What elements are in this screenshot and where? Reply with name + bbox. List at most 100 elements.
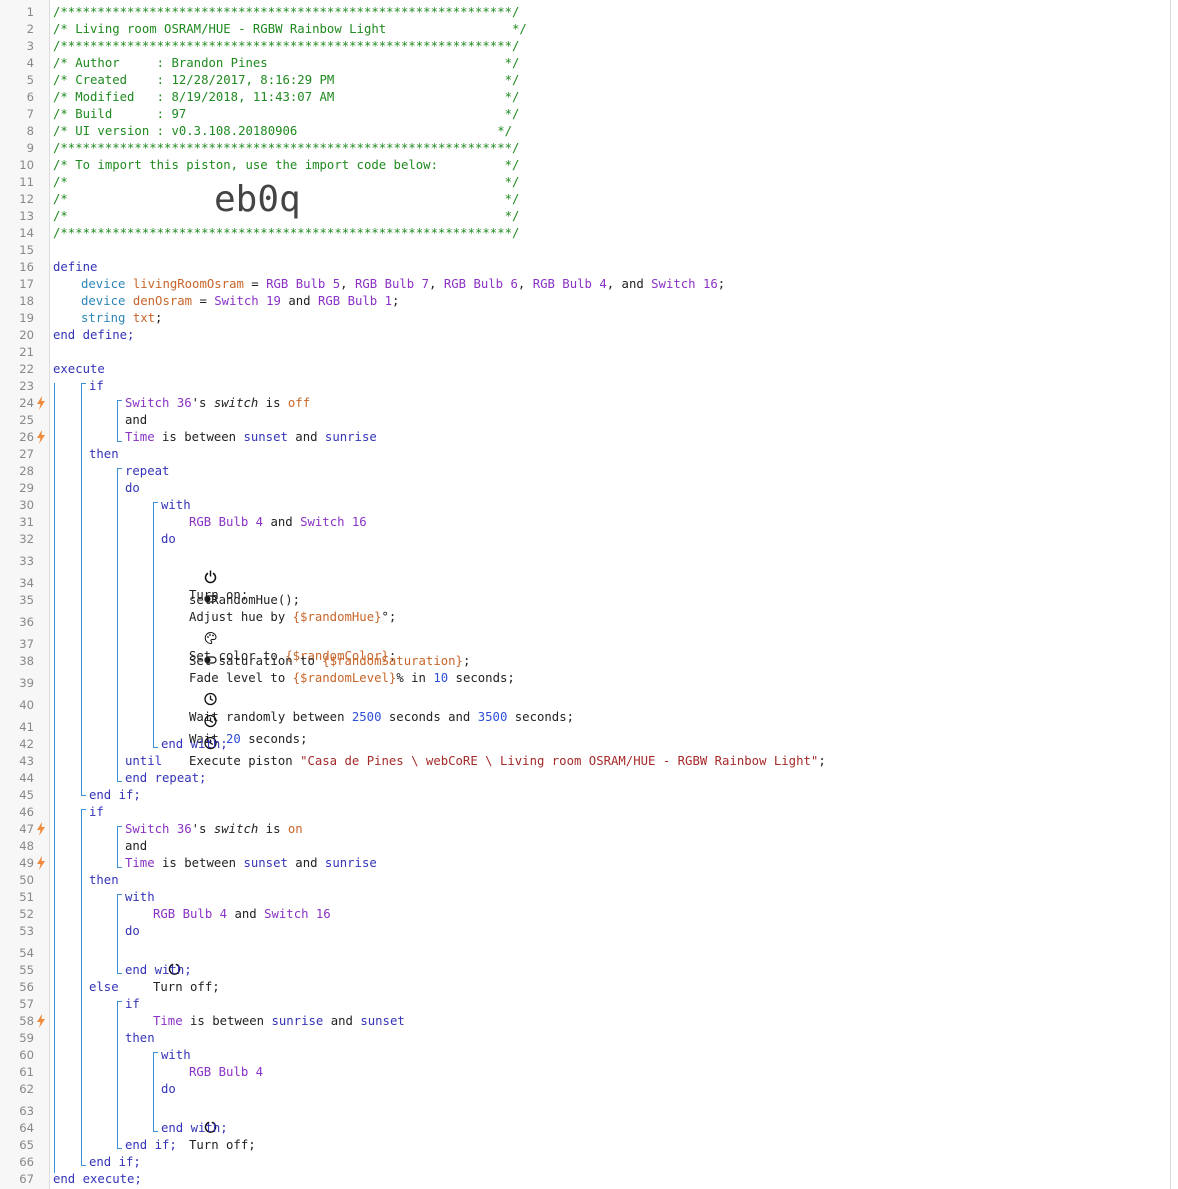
code-text: Switch 36's switch is off [125, 395, 310, 412]
code-text: /* UI version : v0.3.108.20180906 */ [53, 123, 512, 140]
trigger-lightning-icon [36, 430, 48, 445]
code-token: RGB Bulb 6 [443, 277, 518, 291]
code-token: sunrise [324, 430, 377, 444]
code-text: string txt; [81, 310, 162, 327]
code-token: Time [153, 1014, 183, 1028]
code-token: off [287, 396, 311, 410]
code-token: ; [818, 754, 826, 768]
code-token: Set saturation to [189, 654, 323, 668]
line-number: 30 [19, 498, 34, 512]
trigger-lightning-icon [36, 396, 48, 411]
code-text: end if; [125, 1137, 177, 1154]
line-number: 28 [19, 464, 34, 478]
code-token: Turn off; [153, 980, 220, 994]
line-number: 47 [19, 822, 34, 836]
code-token: RGB Bulb 4 [153, 907, 228, 921]
code-token: , [429, 277, 444, 291]
code-token: /* Created : 12/28/2017, 8:16:29 PM */ [53, 73, 520, 87]
code-token: then [89, 873, 119, 887]
line-number: 13 [19, 209, 34, 223]
piston-code-editor: 1 /**************************************… [0, 0, 1171, 1189]
condition-group-bracket [117, 400, 122, 442]
line-number: 65 [19, 1138, 34, 1152]
code-text: if [125, 996, 140, 1013]
with-block-bracket [153, 1052, 158, 1132]
line-number: 52 [19, 907, 34, 921]
code-token: /* Living room OSRAM/HUE - RGBW Rainbow … [53, 22, 527, 36]
code-token: RGB Bulb 7 [354, 277, 430, 291]
code-token: ; [392, 294, 400, 308]
code-token: sunset [360, 1014, 405, 1028]
code-token: string [81, 311, 126, 325]
code-token: RGB Bulb 4 [532, 277, 607, 291]
line-number: 12 [19, 192, 34, 206]
line-number: 36 [19, 615, 34, 629]
code-text: until [125, 753, 162, 770]
line-number: 1 [26, 5, 34, 19]
code-token: execute [53, 362, 105, 376]
code-token: livingRoomOsram [132, 277, 244, 291]
code-token: Switch 16 [651, 277, 718, 291]
code-text: /* Modified : 8/19/2018, 11:43:07 AM */ [53, 89, 519, 106]
code-text: do [125, 480, 140, 497]
line-number: 50 [19, 873, 34, 887]
code-token: do [161, 1082, 176, 1096]
code-token: end repeat; [125, 771, 207, 785]
execute-block-bracket [54, 383, 56, 1173]
if-block-bracket [81, 383, 86, 796]
code-text: Time is between sunrise and sunset [153, 1013, 405, 1030]
code-text: setRandomHue(); [189, 592, 300, 609]
line-number: 63 [19, 1104, 34, 1118]
code-token: if [89, 379, 104, 393]
line-number: 25 [19, 413, 34, 427]
code-token: /* UI version : v0.3.108.20180906 */ [53, 124, 513, 138]
code-token: is [258, 822, 288, 836]
line-number: 9 [26, 141, 34, 155]
code-text: /* Created : 12/28/2017, 8:16:29 PM */ [53, 72, 519, 89]
code-token: RGB Bulb 4 [189, 1065, 264, 1079]
code-token: end execute; [53, 1172, 142, 1186]
code-token: with [161, 498, 191, 512]
code-text: /***************************************… [53, 225, 519, 242]
line-number: 11 [19, 175, 34, 189]
code-token: {$randomSaturation} [322, 654, 463, 668]
line-number: 45 [19, 788, 34, 802]
code-token: "Casa de Pines \ webCoRE \ Living room O… [300, 754, 819, 768]
line-number: 18 [19, 294, 34, 308]
line-number: 23 [19, 379, 34, 393]
line-number: 35 [19, 593, 34, 607]
line-number: 46 [19, 805, 34, 819]
code-text: Execute piston "Casa de Pines \ webCoRE … [189, 719, 826, 770]
code-text: Time is between sunset and sunrise [125, 855, 377, 872]
code-token: Time [125, 856, 155, 870]
line-number: 41 [19, 720, 34, 734]
trigger-lightning-icon [36, 1014, 48, 1029]
code-text: repeat [125, 463, 169, 480]
code-token: device [81, 294, 126, 308]
line-number: 5 [26, 73, 34, 87]
code-token: txt [132, 311, 156, 325]
code-token: /***************************************… [53, 141, 520, 155]
code-token: and [227, 907, 265, 921]
code-text: end if; [89, 787, 141, 804]
code-text: execute [53, 361, 105, 378]
code-text: /* To import this piston, use the import… [53, 157, 519, 174]
line-number: 24 [19, 396, 34, 410]
code-token: and [323, 1014, 361, 1028]
code-token: and [287, 430, 325, 444]
code-token: and [287, 856, 325, 870]
code-token: ; [462, 654, 471, 668]
code-token: end if; [125, 1138, 177, 1152]
code-token: ; [155, 311, 163, 325]
code-text: RGB Bulb 4 and Switch 16 [153, 906, 331, 923]
code-token: on [287, 822, 303, 836]
code-token: until [125, 754, 163, 768]
line-number: 57 [19, 997, 34, 1011]
code-text: /* Author : Brandon Pines */ [53, 55, 519, 72]
code-token: do [125, 924, 140, 938]
code-token: , [340, 277, 355, 291]
code-text: Time is between sunset and sunrise [125, 429, 377, 446]
code-text: define [53, 259, 97, 276]
code-token: RGB Bulb 1 [317, 294, 392, 308]
line-number: 48 [19, 839, 34, 853]
